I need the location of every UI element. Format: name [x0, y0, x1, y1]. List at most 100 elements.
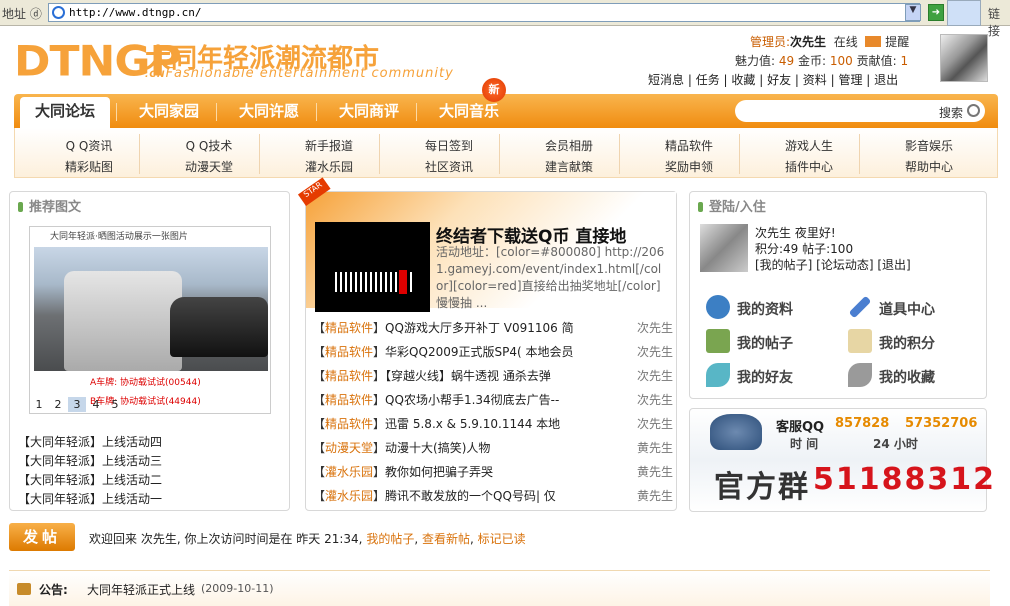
subnav-water[interactable]: 灌水乐园 [279, 158, 379, 175]
subnav-album[interactable]: 会员相册 [519, 137, 619, 154]
post-author[interactable]: 黄先生 [637, 462, 673, 482]
post-title[interactable]: 腾讯不敢发放的一个QQ号码| 仅 [385, 489, 556, 503]
tab-home[interactable]: 大同家园 [124, 94, 214, 128]
post-title[interactable]: 迅雷 5.8.x & 5.9.10.1144 本地 [385, 417, 560, 431]
post-category[interactable]: 精品软件 [325, 345, 373, 359]
activity-link-1[interactable]: 【大同年轻派】上线活动一 [18, 490, 162, 507]
service-qq-1[interactable]: 857828 [835, 416, 889, 431]
feather-gray-icon[interactable] [848, 363, 872, 387]
post-title[interactable]: 教你如何把骗子弄哭 [385, 465, 493, 479]
post-category[interactable]: 动漫天堂 [325, 441, 373, 455]
notice-text[interactable]: 大同年轻派正式上线 [87, 581, 195, 598]
post-category[interactable]: 精品软件 [325, 393, 373, 407]
featured-image[interactable]: 大同年轻派·晒图活动展示一张图片 A车牌: 协动载试试(00544) B车牌: … [29, 226, 271, 414]
subnav-games[interactable]: 游戏人生 [759, 137, 859, 154]
post-category[interactable]: 精品软件 [325, 417, 373, 431]
user-quick-links[interactable]: [我的帖子] [论坛动态] [退出] [755, 256, 911, 273]
dropdown-arrow-icon[interactable]: ▼ [905, 4, 921, 21]
globe-icon[interactable] [947, 0, 981, 26]
pager-2[interactable]: 2 [49, 397, 67, 412]
activity-link-3[interactable]: 【大同年轻派】上线活动三 [18, 452, 162, 469]
admin-name[interactable]: 次先生 [790, 35, 826, 49]
post-author[interactable]: 黄先生 [637, 486, 673, 506]
link-favorites[interactable]: 收藏 [731, 73, 755, 87]
link-messages[interactable]: 短消息 [648, 73, 684, 87]
url-input[interactable]: http://www.dtngp.cn/ [48, 3, 920, 22]
menu-my-profile[interactable]: 我的资料 [737, 299, 793, 319]
menu-props[interactable]: 道具中心 [879, 299, 935, 319]
search-icon[interactable] [967, 104, 980, 117]
user-avatar[interactable] [700, 224, 748, 272]
post-title[interactable]: QQ游戏大厅多开补丁 V091106 简 [385, 321, 574, 335]
profile-icon[interactable] [706, 295, 730, 319]
tab-forum[interactable]: 大同论坛 [20, 97, 110, 128]
list-item[interactable]: 【精品软件】华彩QQ2009正式版SP4( 本地会员 次先生 [313, 342, 673, 362]
post-author[interactable]: 黄先生 [637, 438, 673, 458]
mail-icon[interactable] [865, 36, 882, 47]
activity-link-2[interactable]: 【大同年轻派】上线活动二 [18, 471, 162, 488]
post-button[interactable]: 发帖 [9, 523, 75, 551]
search-input[interactable]: 搜索 [735, 100, 985, 122]
post-author[interactable]: 次先生 [637, 390, 673, 410]
feature-thumbnail[interactable] [315, 222, 430, 312]
subnav-reward[interactable]: 奖励申领 [639, 158, 739, 175]
list-item[interactable]: 【精品软件】迅雷 5.8.x & 5.9.10.1144 本地 次先生 [313, 414, 673, 434]
feather-blue-icon[interactable] [706, 363, 730, 387]
pager-5[interactable]: 5 [106, 397, 124, 412]
pager-3[interactable]: 3 [68, 397, 86, 412]
list-item[interactable]: 【灌水乐园】教你如何把骗子弄哭 黄先生 [313, 462, 673, 482]
subnav-newbie[interactable]: 新手报道 [279, 137, 379, 154]
activity-link-4[interactable]: 【大同年轻派】上线活动四 [18, 433, 162, 450]
notebook-icon[interactable] [706, 329, 730, 353]
post-title[interactable]: 华彩QQ2009正式版SP4( 本地会员 [385, 345, 573, 359]
pager-1[interactable]: 1 [30, 397, 48, 412]
post-category[interactable]: 精品软件 [325, 321, 373, 335]
pager-4[interactable]: 4 [87, 397, 105, 412]
menu-my-favorites[interactable]: 我的收藏 [879, 367, 935, 387]
subnav-suggest[interactable]: 建言献策 [519, 158, 619, 175]
subnav-checkin[interactable]: 每日签到 [399, 137, 499, 154]
link-friends[interactable]: 好友 [767, 73, 791, 87]
go-arrow-icon[interactable]: ➜ [928, 4, 944, 21]
menu-my-points[interactable]: 我的积分 [879, 333, 935, 353]
post-author[interactable]: 次先生 [637, 414, 673, 434]
list-item[interactable]: 【动漫天堂】动漫十大(搞笑)人物 黄先生 [313, 438, 673, 458]
subnav-qq-tech[interactable]: Q Q技术 [159, 137, 259, 154]
post-title[interactable]: 动漫十大(搞笑)人物 [385, 441, 490, 455]
subnav-qq-news[interactable]: Q Q资讯 [39, 137, 139, 154]
post-author[interactable]: 次先生 [637, 318, 673, 338]
subnav-anime[interactable]: 动漫天堂 [159, 158, 259, 175]
post-title[interactable]: 【穿越火线】蜗牛透视 通杀去弹 [385, 369, 551, 383]
service-qq-2[interactable]: 57352706 [905, 416, 977, 431]
tab-wish[interactable]: 大同许愿 [224, 94, 314, 128]
list-item[interactable]: 【精品软件】QQ游戏大厅多开补丁 V091106 简次先生 [313, 318, 673, 338]
subnav-media[interactable]: 影音娱乐 [879, 137, 979, 154]
list-item[interactable]: 【灌水乐园】腾讯不敢发放的一个QQ号码| 仅黄先生 [313, 486, 673, 506]
subnav-plugins[interactable]: 插件中心 [759, 158, 859, 175]
list-item[interactable]: 【精品软件】【穿越火线】蜗牛透视 通杀去弹 次先生 [313, 366, 673, 386]
new-posts-link[interactable]: 查看新帖 [422, 532, 470, 546]
tab-review[interactable]: 大同商评 [324, 94, 414, 128]
list-item[interactable]: 【精品软件】QQ农场小帮手1.34彻底去广告-- 次先生 [313, 390, 673, 410]
post-author[interactable]: 次先生 [637, 342, 673, 362]
subnav-help[interactable]: 帮助中心 [879, 158, 979, 175]
subnav-software[interactable]: 精品软件 [639, 137, 739, 154]
subnav-community[interactable]: 社区资讯 [399, 158, 499, 175]
my-posts-link[interactable]: 我的帖子 [366, 532, 414, 546]
search-label[interactable]: 搜索 [939, 104, 963, 121]
remind-link[interactable]: 提醒 [885, 35, 909, 49]
link-profile[interactable]: 资料 [803, 73, 827, 87]
link-admin[interactable]: 管理 [838, 73, 862, 87]
post-category[interactable]: 灌水乐园 [325, 465, 373, 479]
links-label[interactable]: 链接 [988, 5, 1010, 39]
menu-my-posts[interactable]: 我的帖子 [737, 333, 793, 353]
menu-my-friends[interactable]: 我的好友 [737, 367, 793, 387]
post-category[interactable]: 灌水乐园 [325, 489, 373, 503]
post-author[interactable]: 次先生 [637, 366, 673, 386]
subnav-pictures[interactable]: 精彩贴图 [39, 158, 139, 175]
link-logout[interactable]: 退出 [874, 73, 898, 87]
post-title[interactable]: QQ农场小帮手1.34彻底去广告-- [385, 393, 559, 407]
post-category[interactable]: 精品软件 [325, 369, 373, 383]
link-tasks[interactable]: 任务 [696, 73, 720, 87]
document-icon[interactable] [848, 329, 872, 353]
